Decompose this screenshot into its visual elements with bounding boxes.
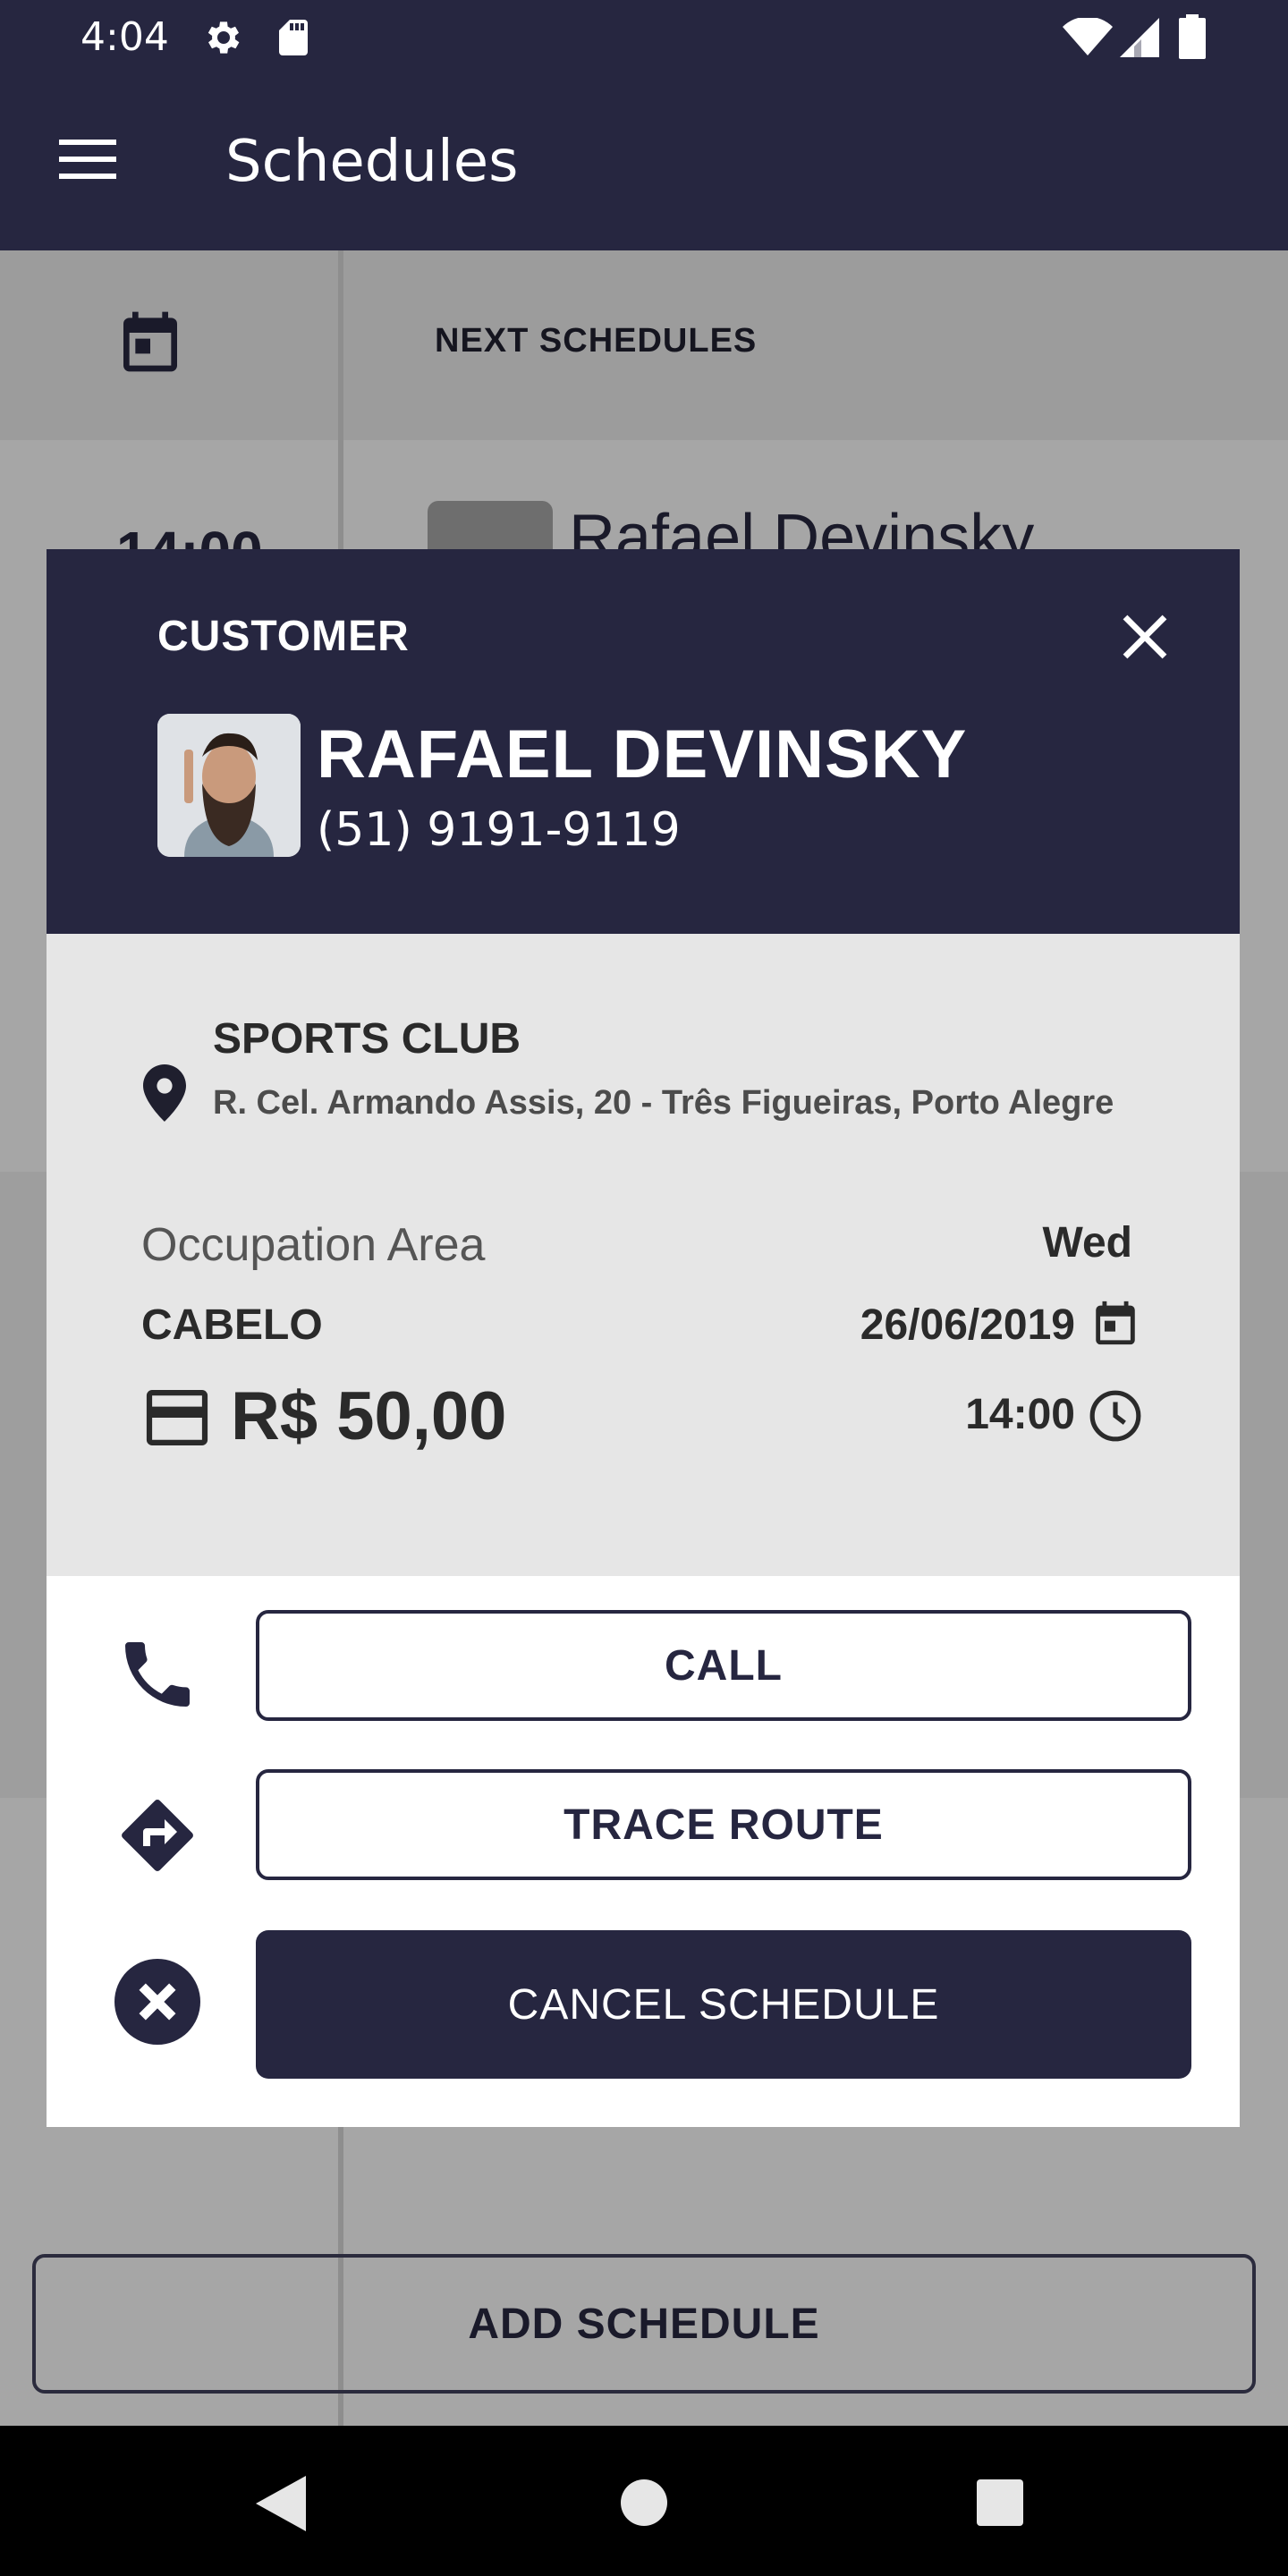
recents-icon[interactable]	[977, 2479, 1023, 2526]
customer-dialog: CUSTOMER RAFAEL DEVINSKY (51) 9191-9119 …	[47, 549, 1240, 2127]
call-button[interactable]: CALL	[256, 1610, 1191, 1721]
phone-icon[interactable]	[114, 1631, 200, 1717]
place-name: SPORTS CLUB	[213, 1015, 521, 1063]
price: R$ 50,00	[231, 1378, 507, 1454]
wifi-icon	[1063, 18, 1113, 57]
close-icon[interactable]	[1116, 608, 1174, 665]
schedule-date: 26/06/2019	[860, 1301, 1075, 1349]
back-icon[interactable]	[256, 2476, 306, 2531]
calendar-icon	[114, 304, 186, 379]
calendar-icon	[1089, 1295, 1141, 1351]
app-bar: Schedules	[0, 75, 1288, 250]
home-icon[interactable]	[621, 2479, 667, 2526]
page-title: Schedules	[225, 129, 519, 195]
dialog-label: CUSTOMER	[157, 613, 410, 660]
schedule-details: SPORTS CLUB R. Cel. Armando Assis, 20 - …	[47, 934, 1240, 1576]
schedule-day: Wed	[1042, 1219, 1132, 1267]
cancel-icon[interactable]	[114, 1959, 200, 2045]
clock-icon	[1088, 1388, 1143, 1444]
settings-icon	[202, 16, 245, 59]
menu-icon[interactable]	[55, 132, 120, 186]
cancel-schedule-button[interactable]: CANCEL SCHEDULE	[256, 1930, 1191, 2079]
occupation-value: CABELO	[141, 1301, 323, 1349]
trace-route-button[interactable]: TRACE ROUTE	[256, 1769, 1191, 1880]
occupation-label: Occupation Area	[141, 1219, 486, 1271]
customer-name: RAFAEL DEVINSKY	[317, 716, 968, 792]
directions-icon[interactable]	[114, 1792, 200, 1878]
location-pin-icon	[143, 1064, 186, 1122]
sd-card-icon	[274, 16, 313, 59]
schedule-time: 14:00	[965, 1391, 1075, 1438]
status-bar: 4:04	[0, 0, 1288, 75]
add-schedule-button[interactable]: ADD SCHEDULE	[32, 2254, 1256, 2394]
dialog-header: CUSTOMER RAFAEL DEVINSKY (51) 9191-9119	[47, 549, 1240, 934]
signal-icon	[1120, 18, 1159, 57]
status-time: 4:04	[80, 14, 169, 60]
customer-phone: (51) 9191-9119	[317, 803, 681, 857]
place-address: R. Cel. Armando Assis, 20 - Três Figueir…	[213, 1084, 1114, 1122]
next-schedules-label: NEXT SCHEDULES	[435, 322, 758, 360]
battery-icon	[1179, 14, 1206, 59]
system-nav-bar	[0, 2426, 1288, 2576]
avatar	[157, 714, 301, 857]
credit-card-icon	[143, 1390, 211, 1445]
